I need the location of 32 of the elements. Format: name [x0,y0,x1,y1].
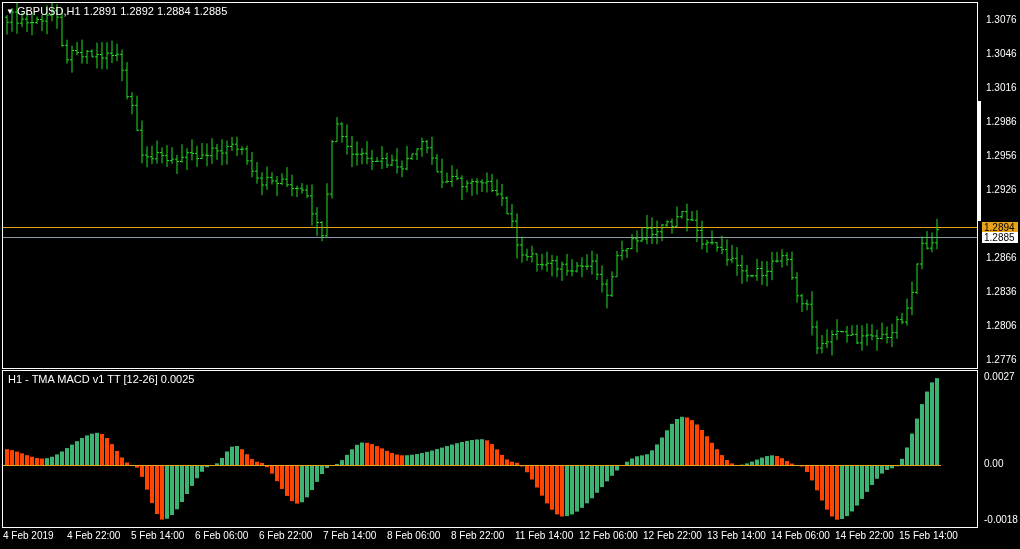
indicator-tick-label: -0.0018 [984,515,1018,525]
price-tick-label: 1.2926 [986,185,1017,195]
price-tick-label: 1.3046 [986,49,1017,59]
indicator-title: H1 - TMA MACD v1 TT [12-26] 0.0025 [8,374,195,385]
price-tick-label: 1.2956 [986,151,1017,161]
price-tick-label: 1.2776 [986,355,1017,365]
price-tick-label: 1.2866 [986,253,1017,263]
time-label: 13 Feb 14:00 [707,531,766,541]
price-tick-label: 1.2836 [986,287,1017,297]
indicator-tick-label: 0.00 [984,459,1004,469]
chart-title: GBPUSD,H1 1.2891 1.2892 1.2884 1.2885 [16,6,228,17]
time-label: 6 Feb 06:00 [195,531,249,541]
price-tick-label: 1.3016 [986,83,1017,93]
time-label: 11 Feb 14:00 [515,531,574,541]
time-label: 12 Feb 22:00 [643,531,702,541]
time-label: 14 Feb 06:00 [771,531,830,541]
time-label: 15 Feb 14:00 [899,531,958,541]
price-tick-label: 1.3076 [986,15,1017,25]
price-tick-label: 1.2986 [986,117,1017,127]
time-label: 14 Feb 22:00 [835,531,894,541]
dropdown-arrow[interactable]: ▼ [6,7,14,16]
time-label: 8 Feb 22:00 [451,531,505,541]
price-tick-label: 1.2806 [986,321,1017,331]
time-label: 4 Feb 22:00 [67,531,121,541]
time-label: 6 Feb 22:00 [259,531,313,541]
time-label: 4 Feb 2019 [3,531,54,541]
time-label: 5 Feb 14:00 [131,531,185,541]
time-label: 12 Feb 06:00 [579,531,638,541]
price-label: 1.2885 [982,232,1018,244]
time-label: 8 Feb 06:00 [387,531,441,541]
indicator-tick-label: 0.0027 [984,372,1015,382]
time-label: 7 Feb 14:00 [323,531,377,541]
